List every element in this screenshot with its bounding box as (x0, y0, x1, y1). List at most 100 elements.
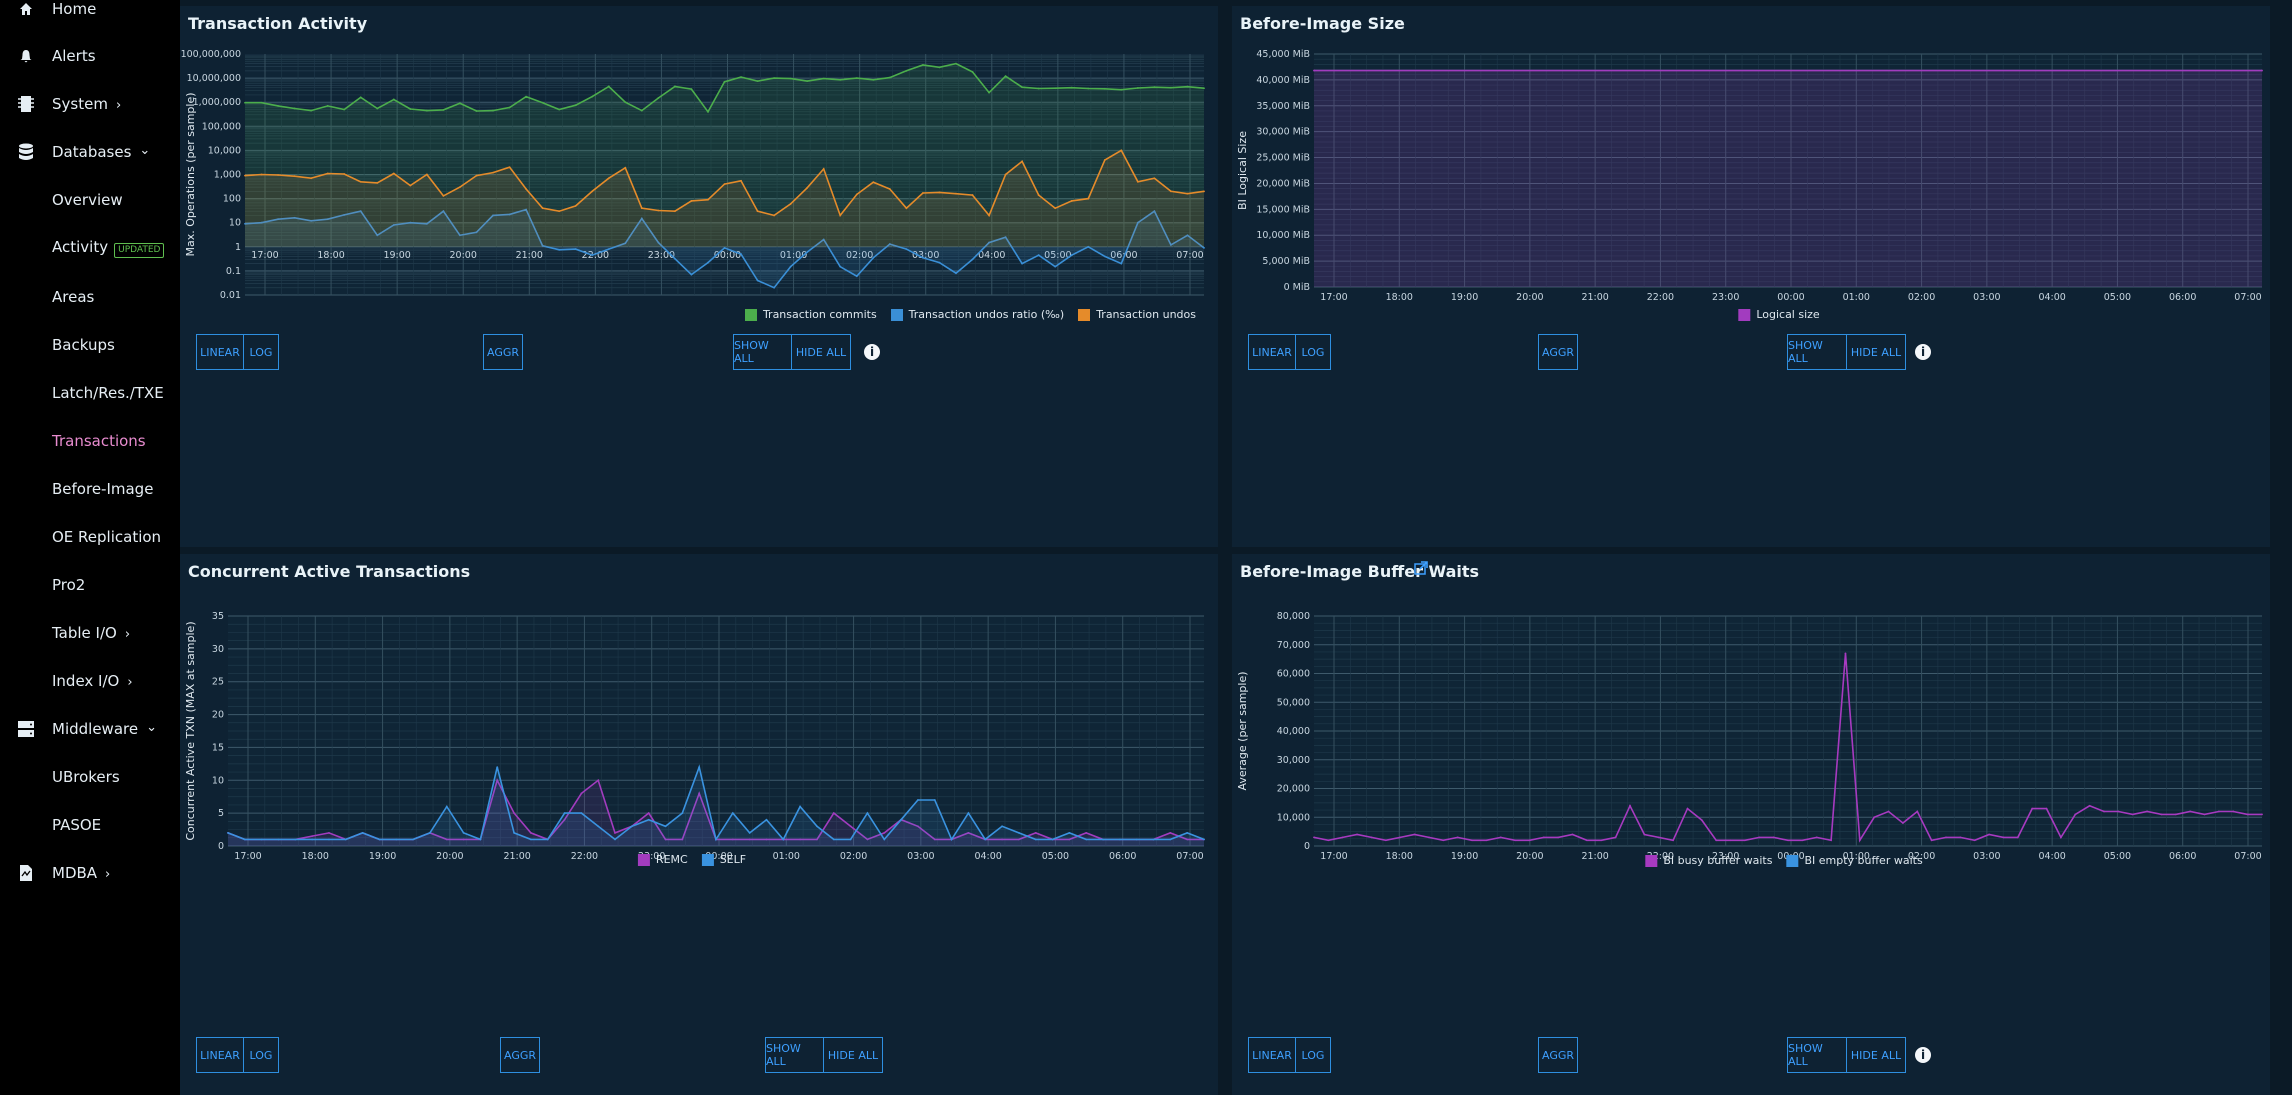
show-all-button[interactable]: SHOW ALL (1787, 334, 1847, 370)
sidebar-item-mdba[interactable]: MDBA › (0, 858, 180, 888)
sidebar-item-label: Activity UPDATED (52, 238, 165, 258)
linear-button[interactable]: LINEAR (1248, 1037, 1296, 1073)
data-point (2189, 810, 2192, 813)
log-button[interactable]: LOG (243, 1037, 279, 1073)
data-point (955, 272, 957, 275)
data-point (529, 831, 532, 834)
sidebar-item-label: Pro2 (52, 576, 85, 594)
data-point (1169, 831, 1172, 834)
data-point (343, 173, 346, 175)
data-point (293, 107, 296, 110)
data-point (1136, 180, 1139, 183)
sidebar-item-pasoe[interactable]: PASOE (0, 810, 180, 840)
legend-label: Transaction undos (1096, 308, 1196, 321)
show-all-button[interactable]: SHOW ALL (765, 1037, 825, 1073)
data-point (459, 102, 461, 105)
legend-item[interactable]: Transaction commits (744, 308, 877, 321)
legend-item[interactable]: Transaction undos (1078, 308, 1196, 321)
data-point (1170, 86, 1172, 89)
data-point (563, 812, 566, 815)
chevron-right-icon: › (115, 98, 122, 113)
legend-item[interactable]: BI busy buffer waits (1645, 854, 1772, 867)
data-point (1102, 838, 1104, 841)
data-point (1037, 194, 1040, 196)
sidebar-item-middleware[interactable]: Middleware ⌄ (0, 714, 180, 744)
y-tick-label: 0 (1304, 841, 1310, 852)
sidebar-item-ubrokers[interactable]: UBrokers (0, 762, 180, 792)
log-button[interactable]: LOG (1295, 334, 1331, 370)
hide-all-button[interactable]: HIDE ALL (823, 1037, 883, 1073)
sidebar-item-backups[interactable]: Backups (0, 330, 180, 360)
data-point (1153, 177, 1156, 180)
data-point (657, 209, 660, 212)
sidebar-item-overview[interactable]: Overview (0, 185, 180, 215)
aggr-button[interactable]: AGGR (1538, 334, 1578, 370)
show-all-button[interactable]: SHOW ALL (733, 334, 793, 370)
bell-icon (16, 46, 36, 66)
sidebar-item-before-image[interactable]: Before-Image (0, 474, 180, 504)
chart-legend: Logical size (1724, 308, 1820, 321)
legend-item[interactable]: Logical size (1738, 308, 1820, 321)
hide-all-button[interactable]: HIDE ALL (791, 334, 851, 370)
x-tick-label: 21:00 (516, 250, 543, 261)
data-point (822, 77, 825, 80)
linear-button[interactable]: LINEAR (1248, 334, 1296, 370)
x-tick-label: 07:00 (1176, 250, 1203, 261)
data-point (310, 109, 313, 112)
aggr-button[interactable]: AGGR (483, 334, 523, 370)
aggr-button[interactable]: AGGR (500, 1037, 540, 1073)
log-button[interactable]: LOG (243, 334, 279, 370)
x-tick-label: 18:00 (1386, 851, 1413, 862)
chart-legend: Transaction commits Transaction undos rat… (731, 308, 1196, 321)
sidebar-item-databases[interactable]: Databases ⌄ (0, 137, 180, 167)
data-point (591, 190, 594, 193)
sidebar-item-areas[interactable]: Areas (0, 282, 180, 312)
info-icon[interactable]: i (1915, 344, 1931, 360)
aggr-button[interactable]: AGGR (1538, 1037, 1578, 1073)
info-icon[interactable]: i (864, 344, 880, 360)
legend-item[interactable]: SELF (701, 853, 746, 866)
data-point (227, 831, 229, 834)
data-point (1801, 839, 1804, 842)
data-point (806, 186, 809, 189)
sidebar-item-alerts[interactable]: Alerts (0, 41, 180, 71)
legend-item[interactable]: Transaction undos ratio (‰) (890, 308, 1064, 321)
sidebar-item-activity[interactable]: Activity UPDATED (0, 233, 180, 263)
data-point (2002, 836, 2005, 839)
data-point (326, 105, 329, 107)
sidebar-item-home[interactable]: Home (0, 0, 180, 24)
data-point (1070, 254, 1073, 257)
x-tick-label: 18:00 (302, 851, 329, 862)
hide-all-button[interactable]: HIDE ALL (1846, 1037, 1906, 1073)
sidebar-item-index-i-o[interactable]: Index I/O › (0, 666, 180, 696)
data-point (1021, 86, 1024, 89)
sidebar-item-system[interactable]: System › (0, 89, 180, 119)
x-tick-label: 05:00 (2104, 292, 2131, 303)
data-point (1120, 88, 1123, 91)
sidebar-item-oe-replication[interactable]: OE Replication (0, 522, 180, 552)
legend-item[interactable]: REMC (637, 853, 688, 866)
data-point (715, 838, 717, 841)
hide-all-button[interactable]: HIDE ALL (1846, 334, 1906, 370)
linear-button[interactable]: LINEAR (196, 334, 244, 370)
data-point (558, 108, 561, 111)
data-point (392, 98, 395, 101)
x-tick-label: 20:00 (1516, 292, 1543, 303)
y-axis-label: Average (per sample) (1236, 671, 1249, 790)
info-icon[interactable]: i (1915, 1047, 1931, 1063)
sidebar-item-transactions[interactable]: Transactions (0, 426, 180, 456)
log-button[interactable]: LOG (1295, 1037, 1331, 1073)
data-point (1070, 86, 1073, 89)
sidebar-item-pro2[interactable]: Pro2 (0, 570, 180, 600)
data-point (839, 214, 842, 217)
data-point (988, 91, 990, 94)
linear-button[interactable]: LINEAR (196, 1037, 244, 1073)
data-point (359, 180, 362, 183)
data-point (2246, 813, 2249, 816)
y-tick-label: 5 (218, 808, 224, 819)
sidebar-item-latch-res-txe[interactable]: Latch/Res./TXE (0, 378, 180, 408)
sidebar-item-table-i-o[interactable]: Table I/O › (0, 618, 180, 648)
show-all-button[interactable]: SHOW ALL (1787, 1037, 1847, 1073)
data-point (1514, 839, 1516, 842)
legend-item[interactable]: BI empty buffer waits (1786, 854, 1923, 867)
